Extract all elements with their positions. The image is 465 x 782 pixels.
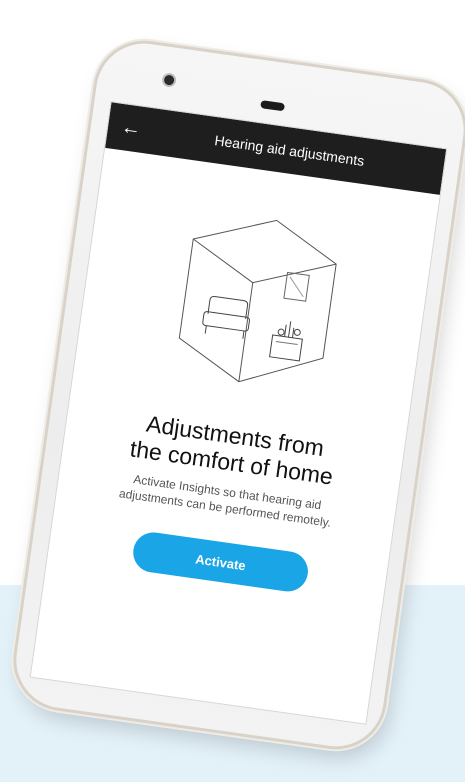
phone-screen: ← Hearing aid adjustments Adjustments fr…	[29, 101, 448, 725]
activate-button[interactable]: Activate	[130, 529, 311, 594]
camera-icon	[163, 74, 175, 86]
page-title: Hearing aid adjustments	[213, 132, 366, 169]
back-arrow-icon[interactable]: ←	[116, 114, 145, 143]
speaker-grille	[260, 100, 286, 112]
stage: ← Hearing aid adjustments Adjustments fr…	[0, 0, 465, 782]
room-illustration	[178, 219, 337, 383]
app-bar: ← Hearing aid adjustments	[105, 102, 447, 195]
